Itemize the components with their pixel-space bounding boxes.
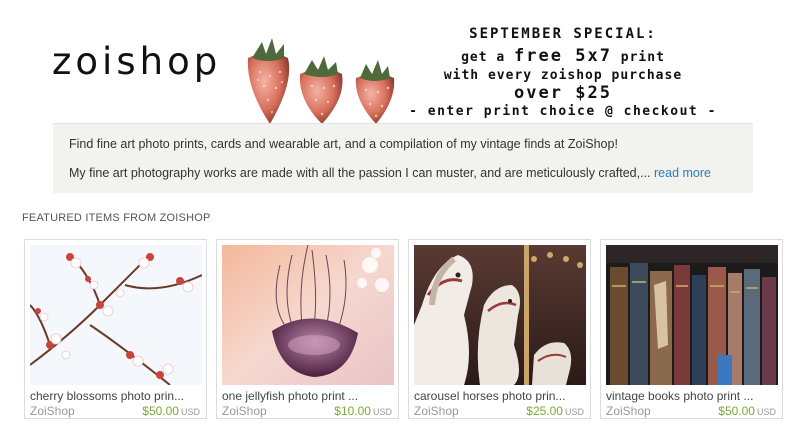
listing-title[interactable]: one jellyfish photo print ...: [222, 389, 394, 403]
listing-thumbnail[interactable]: [222, 245, 394, 385]
listing-price: $25.00 USD: [526, 404, 584, 418]
featured-items-grid: cherry blossoms photo prin... ZoiShop $5…: [24, 239, 789, 419]
listing-price: $50.00 USD: [142, 404, 200, 418]
listing-title[interactable]: cherry blossoms photo prin...: [30, 389, 202, 403]
price-amount: $10.00: [334, 404, 371, 418]
price-amount: $25.00: [526, 404, 563, 418]
listing-title[interactable]: carousel horses photo prin...: [414, 389, 586, 403]
listing-card[interactable]: carousel horses photo prin... ZoiShop $2…: [408, 239, 591, 419]
listing-card[interactable]: one jellyfish photo print ... ZoiShop $1…: [216, 239, 399, 419]
listing-shop-name[interactable]: ZoiShop: [222, 404, 267, 418]
price-currency: USD: [564, 407, 584, 417]
promo-line-instruction: - enter print choice @ checkout -: [409, 104, 717, 119]
promo-line-threshold: over $25: [514, 83, 612, 103]
listing-title[interactable]: vintage books photo print ...: [606, 389, 778, 403]
price-amount: $50.00: [142, 404, 179, 418]
listing-shop-name[interactable]: ZoiShop: [606, 404, 651, 418]
shop-banner: zoishop SEPTEMBER SPECIAL: get a free 5x…: [0, 0, 799, 124]
announcement-line-1: Find fine art photo prints, cards and we…: [69, 137, 618, 151]
shop-logo[interactable]: zoishop: [52, 40, 221, 83]
listing-price: $50.00 USD: [718, 404, 776, 418]
featured-section-title: FEATURED ITEMS FROM ZOISHOP: [22, 212, 211, 224]
listing-thumbnail[interactable]: [606, 245, 778, 385]
announcement-line-2: My fine art photography works are made w…: [69, 165, 737, 181]
listing-card[interactable]: cherry blossoms photo prin... ZoiShop $5…: [24, 239, 207, 419]
price-amount: $50.00: [718, 404, 755, 418]
price-currency: USD: [372, 407, 392, 417]
promo-offer-suffix: print: [611, 50, 665, 65]
promo-line-offer: get a free 5x7 print: [398, 46, 728, 66]
listing-price: $10.00 USD: [334, 404, 392, 418]
promo-offer-prefix: get a: [461, 50, 515, 65]
shop-announcement: Find fine art photo prints, cards and we…: [53, 123, 753, 193]
price-currency: USD: [180, 407, 200, 417]
read-more-link[interactable]: read more: [654, 166, 711, 180]
strawberries-image: [247, 38, 395, 124]
listing-thumbnail[interactable]: [30, 245, 202, 385]
promo-text: SEPTEMBER SPECIAL: get a free 5x7 print …: [398, 26, 728, 119]
promo-offer-emphasis: free 5x7: [514, 46, 612, 66]
listing-thumbnail[interactable]: [414, 245, 586, 385]
listing-shop-name[interactable]: ZoiShop: [414, 404, 459, 418]
listing-card[interactable]: vintage books photo print ... ZoiShop $5…: [600, 239, 783, 419]
listing-shop-name[interactable]: ZoiShop: [30, 404, 75, 418]
promo-line-condition: with every zoishop purchase: [443, 68, 683, 83]
price-currency: USD: [756, 407, 776, 417]
promo-heading: SEPTEMBER SPECIAL:: [469, 26, 657, 42]
announcement-text: My fine art photography works are made w…: [69, 166, 651, 180]
